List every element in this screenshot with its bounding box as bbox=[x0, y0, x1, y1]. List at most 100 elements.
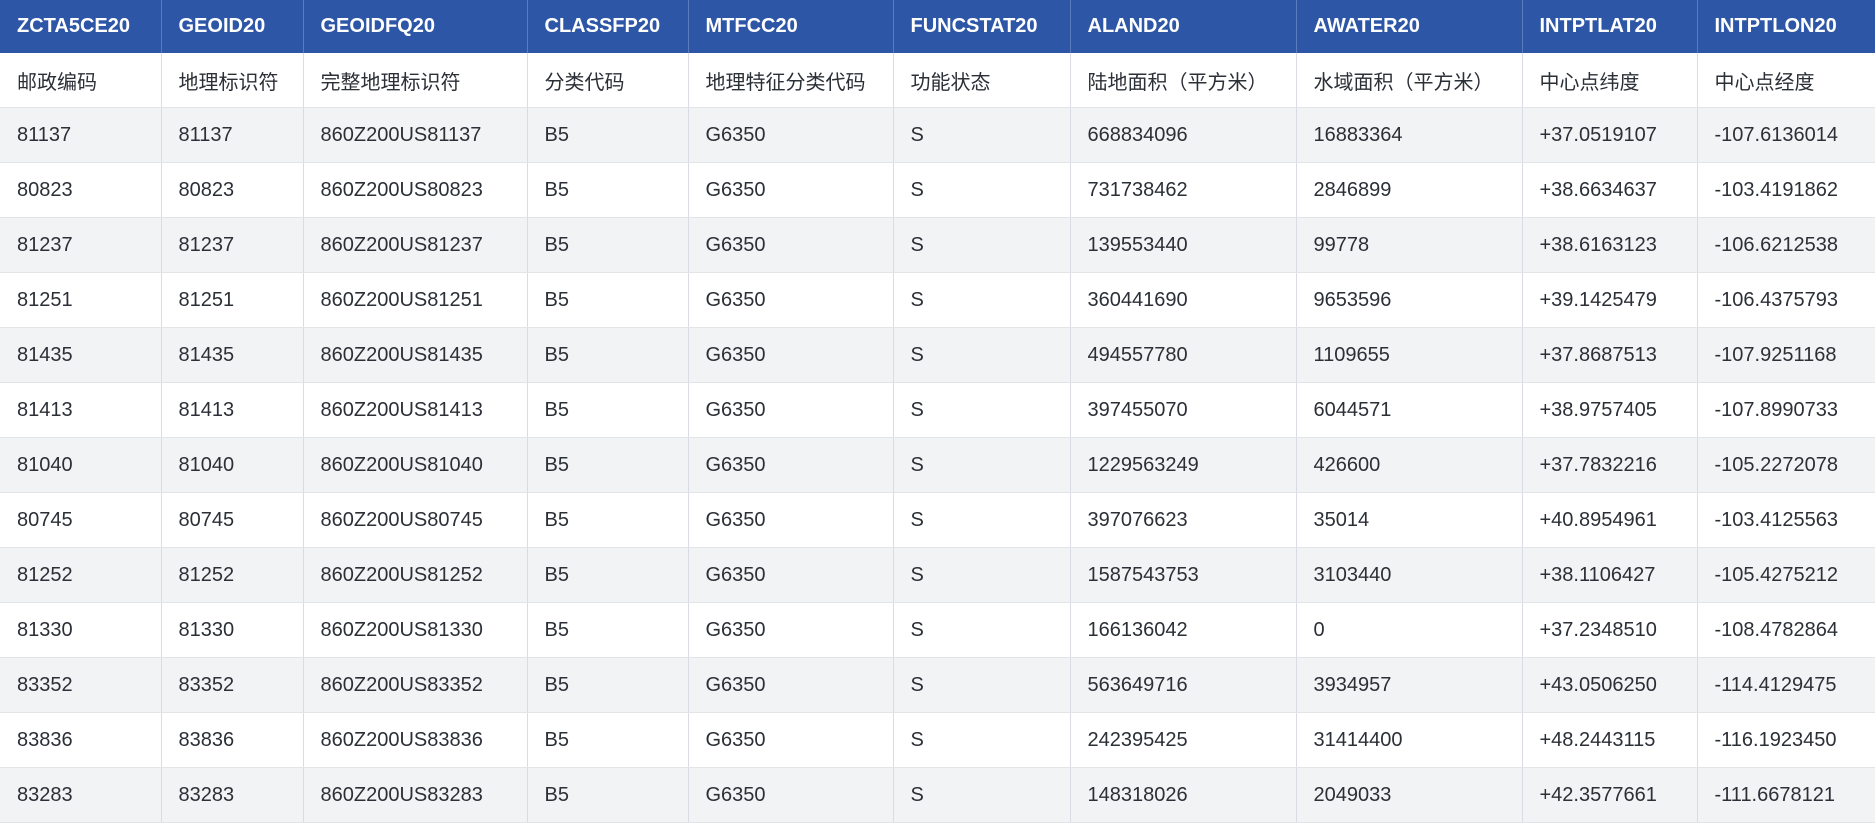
table-cell: -103.4191862 bbox=[1697, 162, 1875, 218]
description-row: 邮政编码 地理标识符 完整地理标识符 分类代码 地理特征分类代码 功能状态 陆地面积（平方米… bbox=[0, 53, 1875, 108]
column-header-classfp20[interactable]: CLASSFP20 bbox=[527, 0, 689, 53]
table-cell: S bbox=[893, 217, 1071, 273]
table-cell: 166136042 bbox=[1070, 602, 1297, 658]
table-row[interactable]: 83352 83352 860Z200US83352 B5 G6350 S 56364971… bbox=[0, 657, 1875, 713]
table-cell: 397076623 bbox=[1070, 492, 1297, 548]
table-cell: S bbox=[893, 437, 1071, 493]
table-cell: +39.1425479 bbox=[1522, 272, 1698, 328]
table-cell: 31414400 bbox=[1296, 712, 1523, 768]
table-cell: 860Z200US81251 bbox=[303, 272, 528, 328]
table-cell: 16883364 bbox=[1296, 107, 1523, 163]
table-cell: +43.0506250 bbox=[1522, 657, 1698, 713]
table-cell: 81251 bbox=[0, 272, 162, 328]
column-header-geoidfq20[interactable]: GEOIDFQ20 bbox=[303, 0, 528, 53]
column-description: 中心点纬度 bbox=[1522, 53, 1698, 108]
table-row[interactable]: 81237 81237 860Z200US81237 B5 G6350 S 13955344… bbox=[0, 217, 1875, 273]
table-cell: 1587543753 bbox=[1070, 547, 1297, 603]
column-header-mtfcc20[interactable]: MTFCC20 bbox=[688, 0, 894, 53]
table-cell: 2846899 bbox=[1296, 162, 1523, 218]
table-cell: -106.6212538 bbox=[1697, 217, 1875, 273]
table-cell: G6350 bbox=[688, 162, 894, 218]
table-cell: B5 bbox=[527, 547, 689, 603]
column-description: 地理标识符 bbox=[161, 53, 304, 108]
table-cell: +48.2443115 bbox=[1522, 712, 1698, 768]
table-cell: 860Z200US80823 bbox=[303, 162, 528, 218]
table-row[interactable]: 81251 81251 860Z200US81251 B5 G6350 S 36044169… bbox=[0, 272, 1875, 328]
column-header-aland20[interactable]: ALAND20 bbox=[1070, 0, 1297, 53]
table-cell: -107.6136014 bbox=[1697, 107, 1875, 163]
table-cell: +37.8687513 bbox=[1522, 327, 1698, 383]
table-cell: 81237 bbox=[0, 217, 162, 273]
table-cell: 860Z200US81040 bbox=[303, 437, 528, 493]
data-table: ZCTA5CE20 GEOID20 GEOIDFQ20 CLASSFP20 MTFCC2… bbox=[0, 0, 1875, 823]
table-cell: G6350 bbox=[688, 107, 894, 163]
column-header-intptlat20[interactable]: INTPTLAT20 bbox=[1522, 0, 1698, 53]
table-cell: 242395425 bbox=[1070, 712, 1297, 768]
table-row[interactable]: 83836 83836 860Z200US83836 B5 G6350 S 24239542… bbox=[0, 712, 1875, 768]
table-cell: B5 bbox=[527, 712, 689, 768]
table-row[interactable]: 80745 80745 860Z200US80745 B5 G6350 S 39707662… bbox=[0, 492, 1875, 548]
table-row[interactable]: 80823 80823 860Z200US80823 B5 G6350 S 73173846… bbox=[0, 162, 1875, 218]
table-cell: 668834096 bbox=[1070, 107, 1297, 163]
column-header-intptlon20[interactable]: INTPTLON20 bbox=[1697, 0, 1875, 53]
table-row[interactable]: 81413 81413 860Z200US81413 B5 G6350 S 39745507… bbox=[0, 382, 1875, 438]
table-cell: -106.4375793 bbox=[1697, 272, 1875, 328]
column-description: 水域面积（平方米） bbox=[1296, 53, 1523, 108]
table-row[interactable]: 81137 81137 860Z200US81137 B5 G6350 S 66883409… bbox=[0, 107, 1875, 163]
table-cell: 81237 bbox=[161, 217, 304, 273]
column-description: 完整地理标识符 bbox=[303, 53, 528, 108]
table-cell: B5 bbox=[527, 217, 689, 273]
table-cell: -107.8990733 bbox=[1697, 382, 1875, 438]
table-cell: G6350 bbox=[688, 492, 894, 548]
table-row[interactable]: 81040 81040 860Z200US81040 B5 G6350 S 12295632… bbox=[0, 437, 1875, 493]
table-cell: -114.4129475 bbox=[1697, 657, 1875, 713]
table-cell: +37.7832216 bbox=[1522, 437, 1698, 493]
table-cell: S bbox=[893, 602, 1071, 658]
table-cell: 860Z200US81435 bbox=[303, 327, 528, 383]
table-cell: -111.6678121 bbox=[1697, 767, 1875, 823]
table-cell: 148318026 bbox=[1070, 767, 1297, 823]
table-cell: G6350 bbox=[688, 767, 894, 823]
table-cell: 81413 bbox=[161, 382, 304, 438]
table-cell: 426600 bbox=[1296, 437, 1523, 493]
table-cell: 83352 bbox=[161, 657, 304, 713]
column-header-geoid20[interactable]: GEOID20 bbox=[161, 0, 304, 53]
table-cell: 0 bbox=[1296, 602, 1523, 658]
table-cell: S bbox=[893, 382, 1071, 438]
table-cell: 139553440 bbox=[1070, 217, 1297, 273]
table-cell: G6350 bbox=[688, 327, 894, 383]
table-cell: 860Z200US81252 bbox=[303, 547, 528, 603]
table-cell: S bbox=[893, 327, 1071, 383]
table-cell: G6350 bbox=[688, 657, 894, 713]
table-cell: 81252 bbox=[161, 547, 304, 603]
table-cell: S bbox=[893, 162, 1071, 218]
table-cell: 1229563249 bbox=[1070, 437, 1297, 493]
table-cell: B5 bbox=[527, 602, 689, 658]
table-row[interactable]: 83283 83283 860Z200US83283 B5 G6350 S 14831802… bbox=[0, 767, 1875, 823]
column-description: 功能状态 bbox=[893, 53, 1071, 108]
table-cell: 3934957 bbox=[1296, 657, 1523, 713]
table-cell: S bbox=[893, 107, 1071, 163]
table-cell: S bbox=[893, 657, 1071, 713]
table-row[interactable]: 81435 81435 860Z200US81435 B5 G6350 S 49455778… bbox=[0, 327, 1875, 383]
table-cell: B5 bbox=[527, 657, 689, 713]
table-cell: 6044571 bbox=[1296, 382, 1523, 438]
table-cell: 860Z200US81413 bbox=[303, 382, 528, 438]
table-cell: +42.3577661 bbox=[1522, 767, 1698, 823]
table-cell: G6350 bbox=[688, 602, 894, 658]
table-cell: 1109655 bbox=[1296, 327, 1523, 383]
column-header-funcstat20[interactable]: FUNCSTAT20 bbox=[893, 0, 1071, 53]
column-header-zcta5ce20[interactable]: ZCTA5CE20 bbox=[0, 0, 162, 53]
column-description: 地理特征分类代码 bbox=[688, 53, 894, 108]
table-cell: 81413 bbox=[0, 382, 162, 438]
table-row[interactable]: 81252 81252 860Z200US81252 B5 G6350 S 15875437… bbox=[0, 547, 1875, 603]
table-cell: G6350 bbox=[688, 547, 894, 603]
table-cell: -116.1923450 bbox=[1697, 712, 1875, 768]
table-row[interactable]: 81330 81330 860Z200US81330 B5 G6350 S 16613604… bbox=[0, 602, 1875, 658]
table-cell: +38.9757405 bbox=[1522, 382, 1698, 438]
column-header-awater20[interactable]: AWATER20 bbox=[1296, 0, 1523, 53]
table-cell: 3103440 bbox=[1296, 547, 1523, 603]
table-cell: S bbox=[893, 767, 1071, 823]
table-cell: 563649716 bbox=[1070, 657, 1297, 713]
table-cell: B5 bbox=[527, 767, 689, 823]
